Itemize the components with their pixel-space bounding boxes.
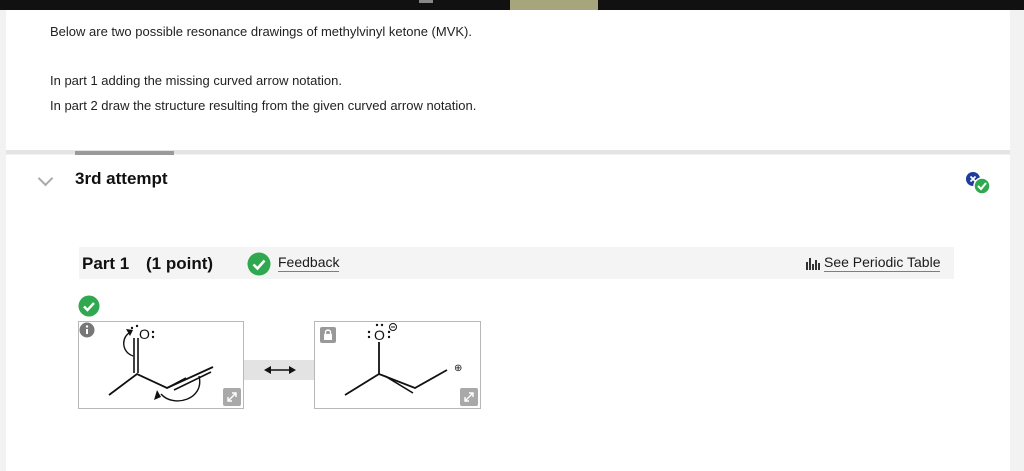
oxygen-atom-label: O — [374, 327, 385, 343]
structure-drawing-left: O — [108, 324, 214, 402]
attempt-panel: 3rd attempt Part 1 (1 point) Feedback Se… — [6, 151, 1010, 471]
expand-icon[interactable] — [223, 388, 241, 406]
chevron-down-icon[interactable] — [37, 170, 54, 187]
instructions-part1: In part 1 adding the missing curved arro… — [50, 73, 342, 88]
feedback-link[interactable]: Feedback — [278, 254, 340, 272]
double-headed-arrow-icon — [264, 366, 296, 374]
structure-drawing-right: O ⊕ — [344, 323, 462, 396]
question-instructions: Below are two possible resonance drawing… — [6, 10, 1010, 150]
expand-icon[interactable] — [460, 388, 478, 406]
instructions-part2: In part 2 draw the structure resulting f… — [50, 98, 477, 113]
see-periodic-table-link[interactable]: See Periodic Table — [824, 254, 941, 272]
part-header: Part 1 (1 point) Feedback See Periodic T… — [79, 247, 954, 279]
resonance-arrow — [244, 360, 314, 380]
part-points: (1 point) — [146, 254, 214, 273]
check-circle-icon — [247, 252, 271, 276]
answer-correct-icon — [78, 295, 100, 317]
chart-icon[interactable] — [805, 256, 821, 270]
lock-icon — [320, 327, 336, 343]
instructions-intro: Below are two possible resonance drawing… — [50, 24, 472, 39]
attempt-status-icon — [966, 172, 991, 195]
positive-charge-label: ⊕ — [454, 363, 462, 374]
part-title: Part 1 — [82, 254, 130, 273]
structure-editor-right: O ⊕ — [314, 321, 481, 409]
attempt-title: 3rd attempt — [75, 169, 168, 188]
info-icon[interactable] — [79, 322, 95, 338]
oxygen-atom-label: O — [139, 326, 150, 342]
top-bar-mark — [419, 0, 433, 3]
structure-editor-left[interactable]: O — [78, 321, 244, 409]
attempt-progress-bar — [75, 151, 174, 155]
